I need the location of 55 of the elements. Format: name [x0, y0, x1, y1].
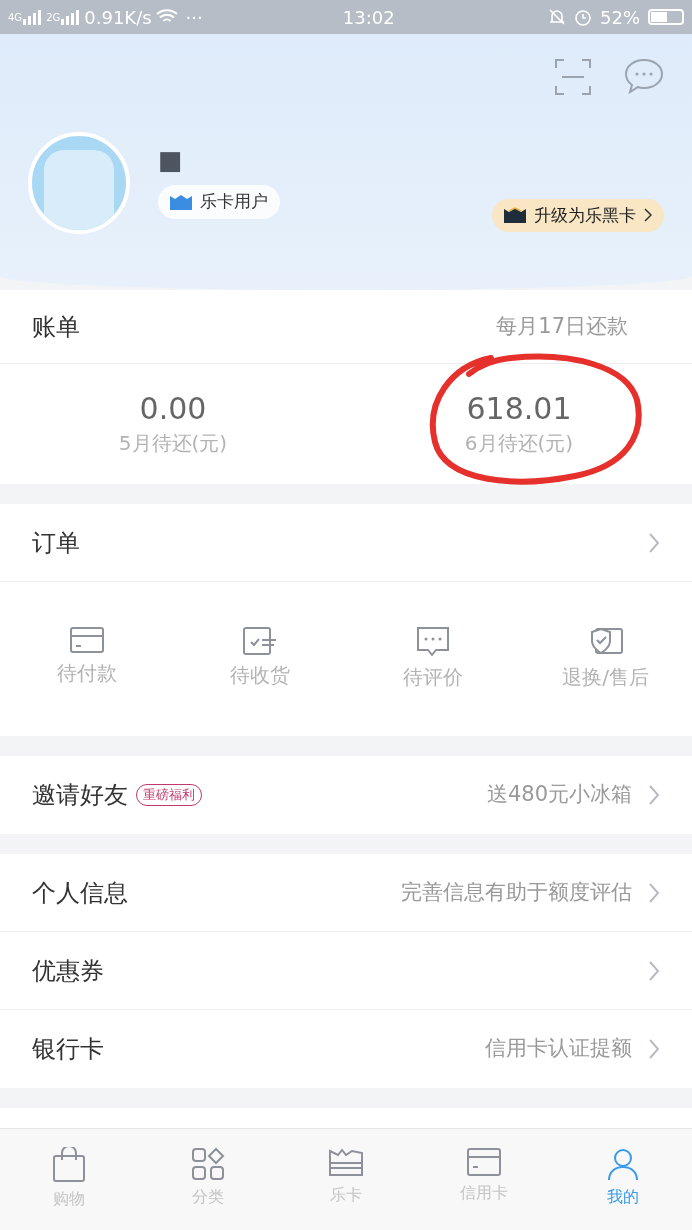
row-value: 完善信息有助于额度评估: [401, 878, 632, 906]
chevron-right-icon: [648, 1038, 660, 1060]
amount-value: 618.01: [466, 390, 572, 428]
bag-icon: [52, 1147, 87, 1183]
amount-label: 5月待还(元): [118, 429, 228, 457]
order-status-button[interactable]: 退换/售后: [519, 626, 692, 692]
crown-card-icon: [504, 207, 526, 224]
chat-icon: [415, 626, 450, 658]
crown-card-icon: [170, 194, 192, 210]
network-label: 2G: [46, 10, 61, 25]
chevron-right-icon: [648, 784, 660, 806]
menu-row[interactable]: 优惠券: [0, 932, 692, 1010]
signal-icon: [60, 9, 81, 25]
user-name: ■: [158, 147, 184, 174]
chevron-right-icon: [644, 208, 652, 223]
section-title: 账单: [32, 311, 80, 343]
chevron-right-icon: [648, 881, 660, 904]
more-text: ···: [185, 5, 203, 30]
invite-row[interactable]: 邀请好友 重磅福利 送480元小冰箱: [0, 756, 692, 834]
row-title: 邀请好友: [32, 780, 128, 811]
chevron-right-icon: [648, 959, 660, 982]
message-icon[interactable]: [624, 58, 664, 94]
battery-icon: [648, 9, 684, 25]
amount-value: 0.00: [139, 390, 207, 428]
section-title: 订单: [32, 527, 80, 559]
card-icon: [466, 1147, 503, 1177]
row-value: 送480元小冰箱: [486, 781, 632, 809]
receipt-icon: [241, 626, 278, 656]
menu-row[interactable]: 个人信息 完善信息有助于额度评估: [0, 854, 692, 932]
amount-label: 6月待还(元): [464, 429, 574, 457]
menu-row[interactable]: 银行卡 信用卡认证提额: [0, 1010, 692, 1088]
order-status-button[interactable]: 待付款: [0, 626, 173, 688]
clock-text: 13:02: [342, 5, 395, 30]
row-value: 信用卡认证提额: [485, 1035, 632, 1063]
scan-icon[interactable]: [554, 58, 592, 96]
battery-text: 52%: [600, 5, 640, 30]
crown-card-icon: [328, 1147, 364, 1179]
card-icon: [68, 626, 105, 654]
network-label: 4G: [8, 10, 23, 25]
speed-text: 0.91K/s: [84, 5, 152, 30]
row-title: 个人信息: [32, 877, 128, 909]
upgrade-button[interactable]: 升级为乐黑卡: [492, 198, 664, 232]
order-status-button[interactable]: 待收货: [173, 626, 346, 690]
chevron-right-icon: [648, 531, 660, 554]
member-badge: 乐卡用户: [158, 185, 280, 219]
signal-icon: [22, 9, 43, 25]
row-title: 优惠券: [32, 955, 104, 987]
repay-note: 每月17日还款: [496, 312, 628, 340]
grid-icon: [190, 1147, 225, 1181]
tab-bar-item[interactable]: 我的: [553, 1129, 692, 1230]
order-status-button[interactable]: 待评价: [346, 626, 519, 692]
bell-off-icon: [548, 8, 566, 26]
alarm-icon: [574, 8, 592, 26]
person-icon: [605, 1147, 640, 1181]
row-title: 银行卡: [32, 1034, 104, 1065]
